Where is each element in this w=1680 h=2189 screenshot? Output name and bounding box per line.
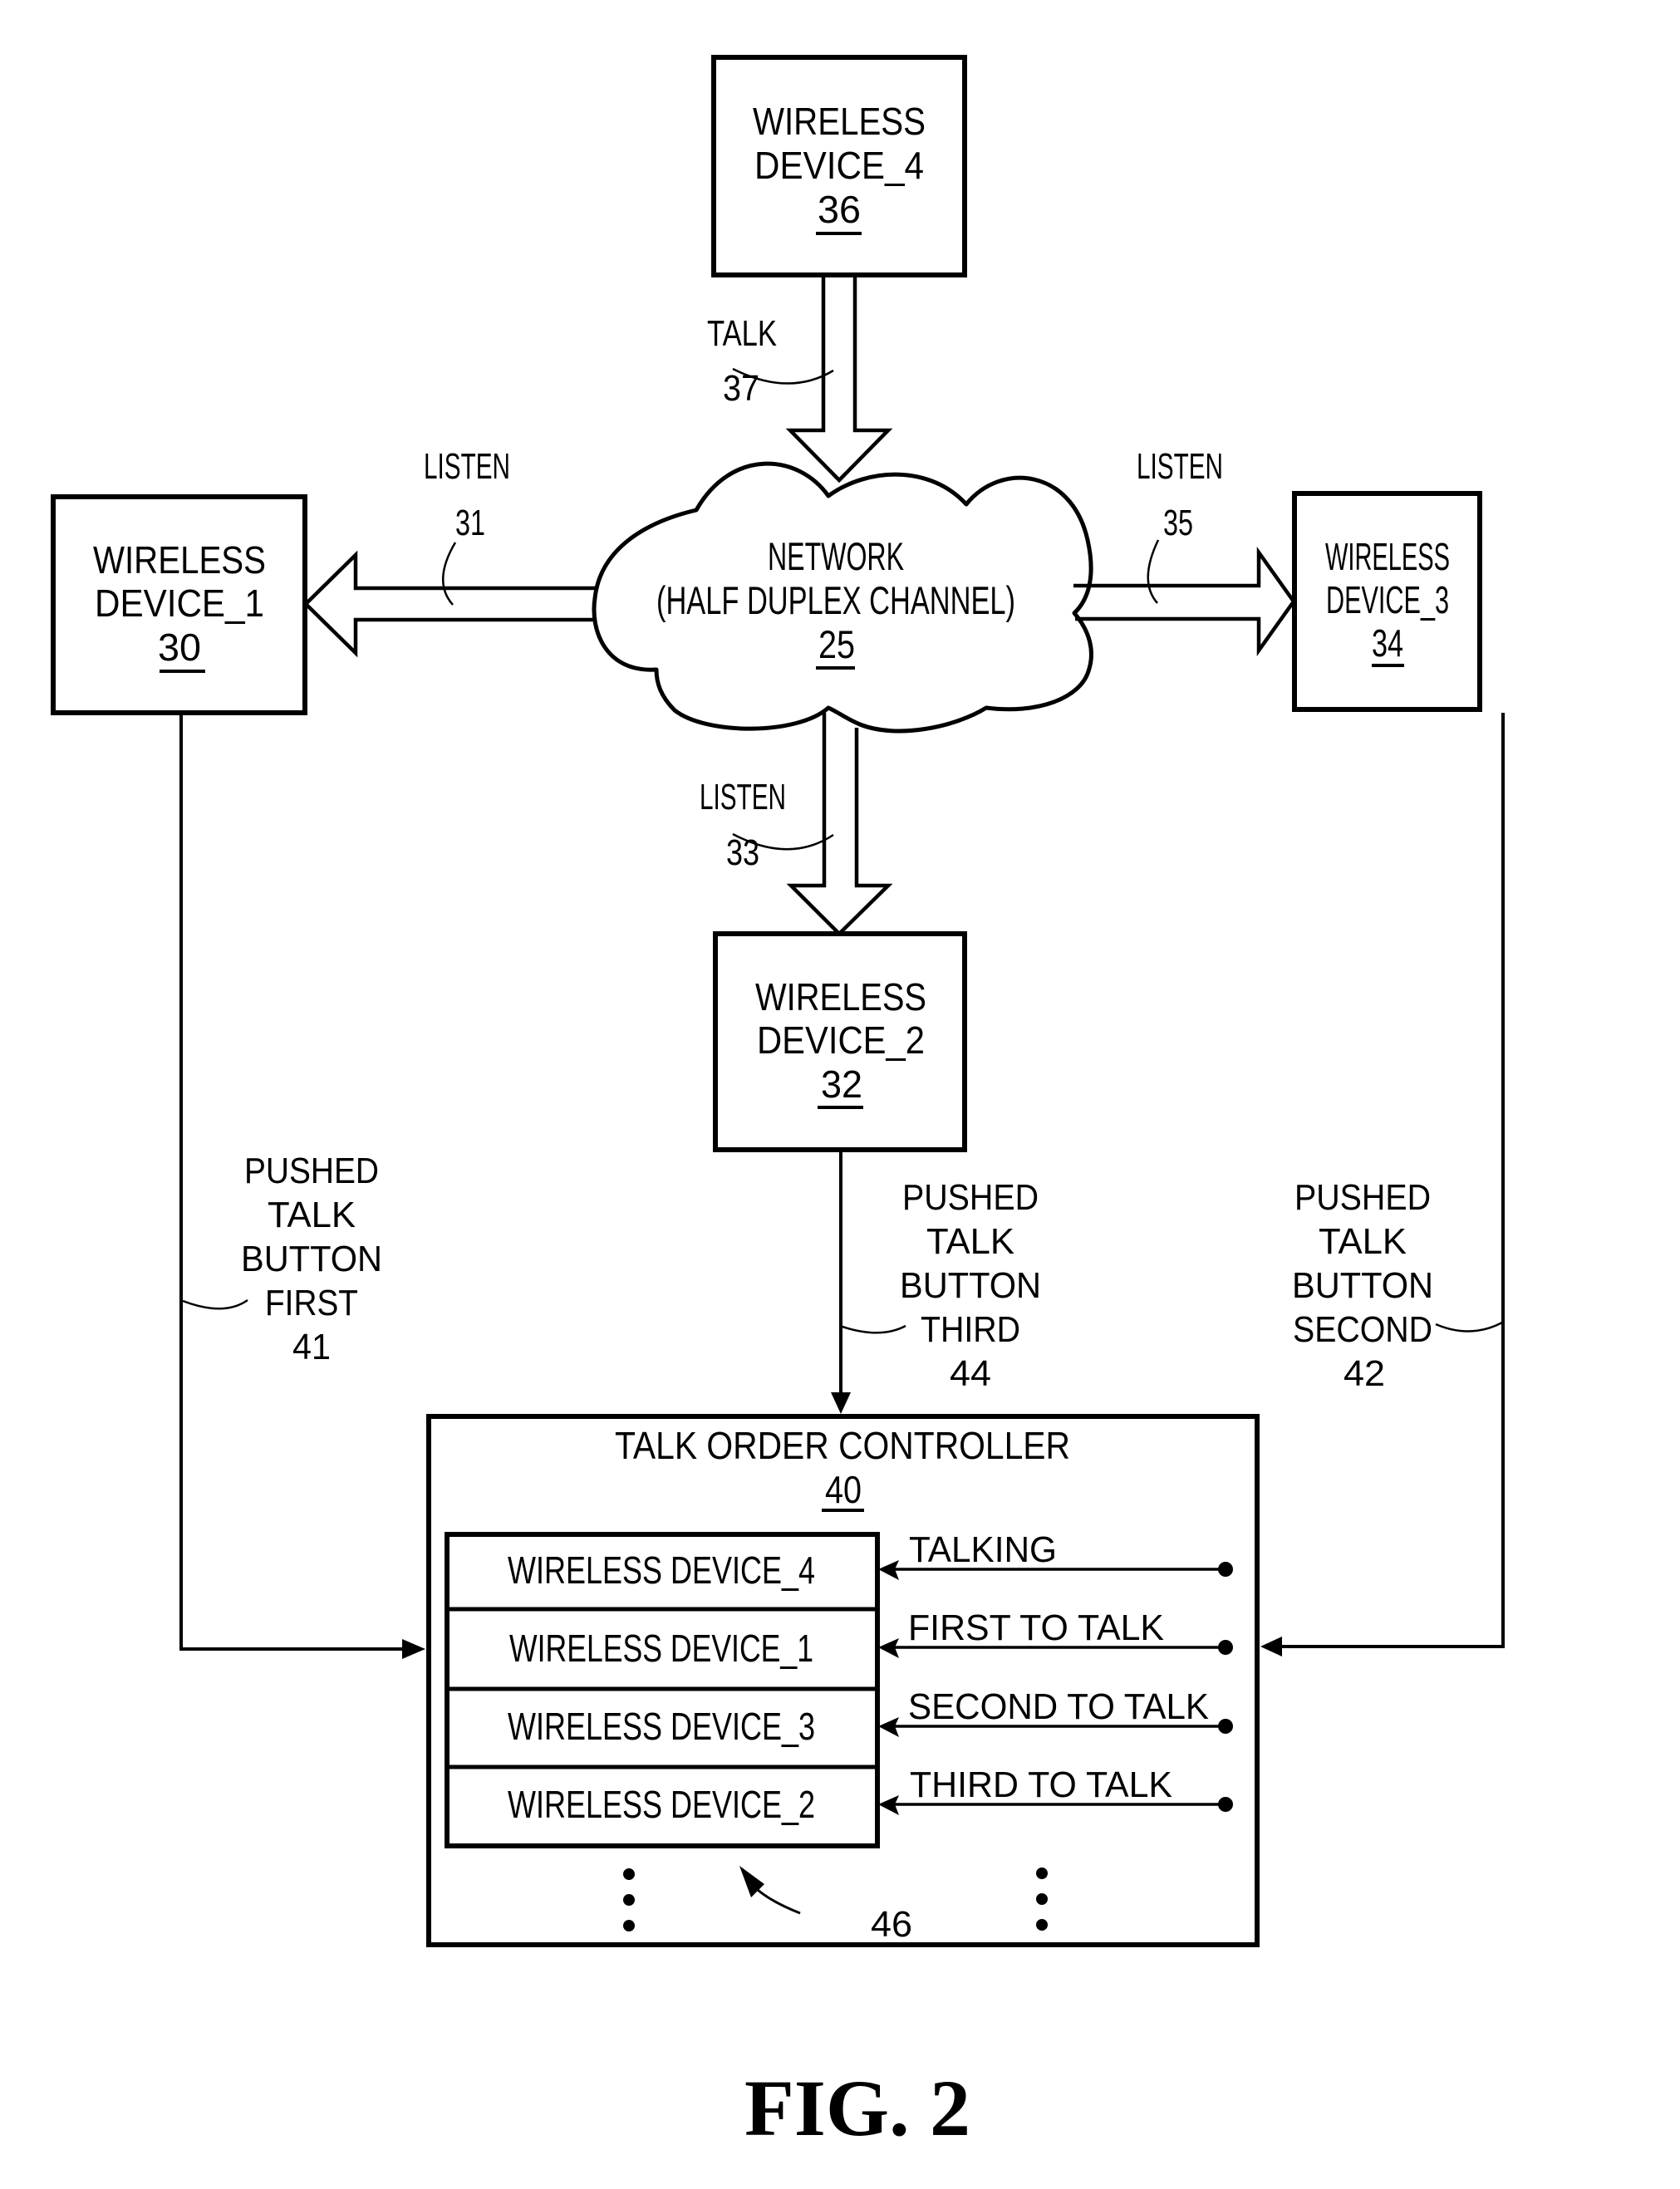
status-pointer-talking: TALKING	[878, 1529, 1233, 1580]
push-signal-second: PUSHED TALK BUTTON SECOND 42	[1260, 713, 1505, 1656]
device-1-line1: WIRELESS	[93, 538, 266, 582]
figure-caption: FIG. 2	[744, 2064, 970, 2152]
push-second-line4: SECOND	[1293, 1309, 1432, 1350]
queue-ref-leader	[757, 1888, 801, 1915]
listen-arrow-1: LISTEN 31	[302, 446, 595, 658]
ellipsis-dot	[1036, 1893, 1048, 1905]
listen-arrow-3-outline	[1073, 546, 1296, 657]
queue-slot-2-device: WIRELESS DEVICE_1	[509, 1627, 813, 1670]
network-line1: NETWORK	[768, 534, 904, 578]
status-second-dot	[1218, 1719, 1233, 1734]
push-second-line1: PUSHED	[1294, 1177, 1431, 1218]
listen-arrow-3: LISTEN 35	[1073, 446, 1296, 657]
diagram-canvas: WIRELESS DEVICE_4 36 TALK 37 NETWORK (HA…	[51, 55, 1505, 2152]
push-second-leader	[1435, 1321, 1503, 1333]
network-cloud: NETWORK (HALF DUPLEX CHANNEL) 25	[592, 461, 1093, 734]
push-first-line2: TALK	[268, 1195, 356, 1235]
controller-title: TALK ORDER CONTROLLER	[615, 1424, 1070, 1467]
talk-label: TALK	[707, 313, 777, 354]
network-ref: 25	[818, 622, 855, 666]
device-2-ref: 32	[821, 1063, 862, 1106]
device-box-1: WIRELESS DEVICE_1 30	[51, 494, 307, 715]
push-second-line3: BUTTON	[1292, 1265, 1433, 1306]
push-third-line2: TALK	[926, 1221, 1014, 1262]
ellipsis-dot	[623, 1920, 635, 1931]
status-first-dot	[1218, 1640, 1233, 1655]
status-pointer-first: FIRST TO TALK	[878, 1607, 1233, 1658]
queue-ref: 46	[871, 1904, 912, 1945]
push-third-line3: BUTTON	[900, 1265, 1041, 1306]
listen-3-ref: 35	[1163, 503, 1193, 543]
device-2-line2: DEVICE_2	[757, 1018, 925, 1062]
listen-arrow-2-outline	[786, 713, 893, 937]
push-signal-first: PUSHED TALK BUTTON FIRST 41	[179, 713, 425, 1659]
device-4-ref: 36	[818, 188, 861, 231]
queue-slot-3-device: WIRELESS DEVICE_3	[508, 1705, 815, 1748]
controller-ref: 40	[825, 1468, 862, 1511]
listen-2-label: LISTEN	[700, 777, 786, 817]
talk-ref: 37	[723, 368, 759, 409]
status-continuation-ellipsis	[1036, 1868, 1048, 1931]
push-first-leader	[182, 1298, 248, 1310]
push-first-line3: BUTTON	[241, 1239, 382, 1279]
queue-ref-pointer: 46	[739, 1866, 912, 1945]
device-box-2: WIRELESS DEVICE_2 32	[713, 931, 967, 1152]
talk-arrow-outline	[785, 277, 893, 483]
listen-3-ref-leader	[1147, 539, 1160, 604]
listen-1-label: LISTEN	[424, 446, 510, 487]
push-first-line1: PUSHED	[244, 1151, 379, 1191]
queue-slot-4-device: WIRELESS DEVICE_2	[508, 1783, 815, 1826]
push-second-ref: 42	[1344, 1353, 1385, 1394]
status-third-dot	[1218, 1797, 1233, 1812]
status-pointer-third: THIRD TO TALK	[878, 1764, 1233, 1815]
listen-arrow-1-outline	[302, 550, 595, 658]
device-box-3: WIRELESS DEVICE_3 34	[1292, 491, 1482, 712]
talk-arrow: TALK 37	[707, 277, 893, 483]
talk-queue-list: WIRELESS DEVICE_4 WIRELESS DEVICE_1 WIRE…	[445, 1532, 880, 1848]
queue-slot-1-device: WIRELESS DEVICE_4	[508, 1548, 815, 1592]
ellipsis-dot	[623, 1868, 635, 1880]
device-2-line1: WIRELESS	[755, 975, 926, 1018]
device-3-ref: 34	[1372, 621, 1403, 665]
listen-1-ref: 31	[455, 503, 485, 543]
status-first-label: FIRST TO TALK	[908, 1607, 1164, 1648]
ellipsis-dot	[623, 1894, 635, 1906]
status-talking-dot	[1218, 1562, 1233, 1577]
listen-3-label: LISTEN	[1137, 446, 1223, 487]
device-3-line2: DEVICE_3	[1326, 578, 1449, 621]
push-third-ref: 44	[950, 1353, 991, 1394]
queue-continuation-ellipsis	[623, 1868, 635, 1931]
listen-1-ref-leader	[442, 542, 457, 606]
status-talking-label: TALKING	[909, 1529, 1057, 1570]
push-first-ref: 41	[292, 1327, 331, 1367]
push-first-arrowhead	[402, 1639, 425, 1659]
network-line2: (HALF DUPLEX CHANNEL)	[656, 578, 1015, 622]
push-signal-third: PUSHED TALK BUTTON THIRD 44	[831, 1150, 1041, 1414]
push-third-line1: PUSHED	[902, 1177, 1039, 1218]
push-third-line4: THIRD	[921, 1309, 1020, 1350]
push-second-line2: TALK	[1319, 1221, 1407, 1262]
device-1-ref: 30	[158, 626, 201, 669]
push-third-arrowhead	[831, 1392, 851, 1414]
talk-order-controller: TALK ORDER CONTROLLER 40 WIRELESS DEVICE…	[426, 1414, 1260, 1947]
device-4-line1: WIRELESS	[753, 100, 926, 143]
status-third-label: THIRD TO TALK	[910, 1764, 1172, 1805]
push-second-arrowhead	[1260, 1637, 1282, 1656]
patent-figure: WIRELESS DEVICE_4 36 TALK 37 NETWORK (HA…	[0, 0, 1680, 2189]
device-box-4: WIRELESS DEVICE_4 36	[711, 55, 967, 277]
status-second-label: SECOND TO TALK	[908, 1686, 1209, 1727]
device-1-line2: DEVICE_1	[95, 582, 264, 625]
status-pointer-second: SECOND TO TALK	[878, 1686, 1233, 1737]
ellipsis-dot	[1036, 1919, 1048, 1931]
push-third-leader	[842, 1324, 906, 1334]
push-first-line4: FIRST	[265, 1283, 358, 1323]
ellipsis-dot	[1036, 1868, 1048, 1879]
device-3-line1: WIRELESS	[1325, 535, 1450, 578]
listen-arrow-2: LISTEN 33	[700, 713, 893, 937]
device-4-line2: DEVICE_4	[754, 144, 924, 187]
